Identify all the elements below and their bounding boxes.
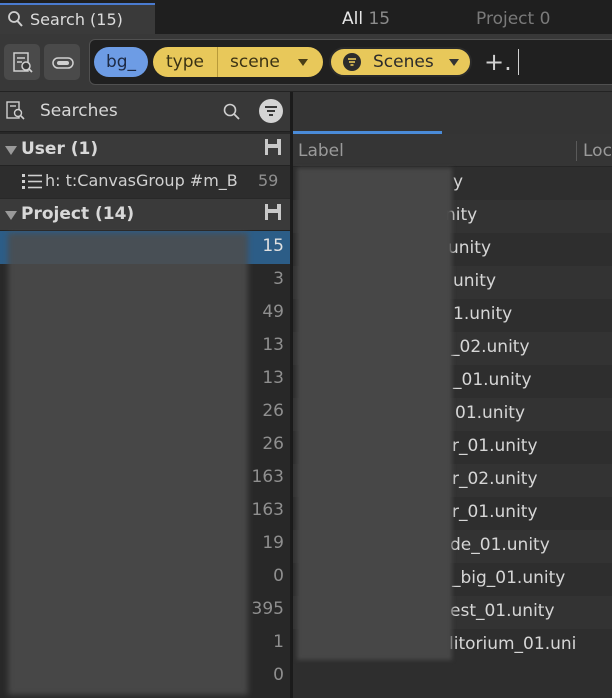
saved-searches-toggle-button[interactable] (4, 44, 40, 80)
chevron-down-icon[interactable] (449, 59, 459, 66)
tab-label: Project (476, 9, 535, 29)
column-header-location[interactable]: Loc (583, 141, 612, 161)
query-chip-text[interactable]: bg_ (94, 47, 148, 77)
search-count: 15 (262, 236, 284, 256)
search-icon (7, 10, 25, 30)
row-label: 01.unity (455, 403, 526, 423)
tab-title: Search (15) (30, 10, 123, 29)
search-count: 395 (251, 599, 284, 619)
row-label: _02.unity (451, 337, 530, 357)
save-icon[interactable] (264, 138, 282, 156)
search-count: 26 (262, 401, 284, 421)
search-count: 13 (262, 368, 284, 388)
search-count: 0 (273, 566, 284, 586)
chevron-down-icon[interactable] (298, 59, 308, 66)
search-icon[interactable] (222, 102, 242, 122)
results-tabs (293, 92, 612, 134)
search-count: 19 (262, 533, 284, 553)
tab-project[interactable]: Project 0 (476, 9, 550, 29)
saved-search-label: h: t:CanvasGroup #m_B (45, 171, 238, 190)
redacted-labels (8, 233, 248, 695)
row-label: unity (453, 271, 496, 291)
list-icon (22, 174, 42, 189)
add-filter-button[interactable]: +. (484, 48, 512, 76)
row-label: r_02.unity (452, 469, 538, 489)
row-label: de_01.unity (450, 535, 550, 555)
row-label: _01.unity (453, 370, 532, 390)
filter-icon[interactable] (258, 98, 284, 124)
search-count: 26 (262, 434, 284, 454)
group-label: User (1) (21, 139, 99, 159)
search-list-icon (6, 101, 25, 120)
row-label: r_01.unity (452, 436, 538, 456)
row-label: unity (448, 238, 491, 258)
search-count: 163 (251, 467, 284, 487)
row-label: 1.unity (453, 304, 513, 324)
search-count: 3 (273, 269, 284, 289)
search-count: 49 (262, 302, 284, 322)
row-label: est_01.unity (450, 601, 555, 621)
text-caret (518, 49, 519, 75)
search-count: 1 (273, 632, 284, 652)
row-label: _big_01.unity (452, 568, 566, 588)
search-count: 13 (262, 335, 284, 355)
search-window-tab[interactable]: Search (15) (0, 3, 155, 34)
redacted-thumbnails (297, 168, 452, 660)
table-header: Label Loc (293, 134, 612, 167)
filter-value-label: scene (230, 52, 280, 72)
row-label: y (453, 172, 464, 192)
foldout-arrow-icon[interactable] (5, 211, 17, 220)
query-builder-toggle-button[interactable] (44, 44, 80, 80)
searches-title: Searches (40, 101, 118, 121)
filter-icon (343, 53, 361, 71)
column-divider[interactable] (576, 141, 577, 161)
toggle-pill-icon (52, 57, 74, 69)
saved-search-count: 59 (258, 171, 279, 190)
search-list-icon (13, 52, 33, 73)
filter-key-label: type (166, 52, 204, 72)
column-header-label[interactable]: Label (298, 141, 344, 161)
group-label: Project (14) (21, 204, 135, 224)
tab-count: 0 (539, 9, 551, 29)
user-searches-group[interactable]: User (1) (0, 134, 290, 166)
tab-count: 15 (368, 9, 391, 29)
tab-label: All (342, 9, 364, 29)
save-icon[interactable] (264, 203, 282, 221)
row-label: litorium_01.uni (449, 634, 577, 654)
tab-all[interactable]: All 15 (342, 9, 390, 29)
search-count: 0 (273, 665, 284, 685)
searches-header: Searches (0, 92, 290, 132)
saved-search-item[interactable]: h: t:CanvasGroup #m_B 59 (0, 166, 290, 198)
provider-label: Scenes (373, 52, 434, 72)
search-count: 163 (251, 500, 284, 520)
row-label: r_01.unity (452, 502, 538, 522)
query-chip-type-filter[interactable]: type scene (153, 47, 323, 77)
query-chip-provider[interactable]: Scenes (329, 47, 472, 77)
foldout-arrow-icon[interactable] (5, 146, 17, 155)
chip-divider (217, 47, 218, 77)
project-searches-group[interactable]: Project (14) (0, 199, 290, 231)
